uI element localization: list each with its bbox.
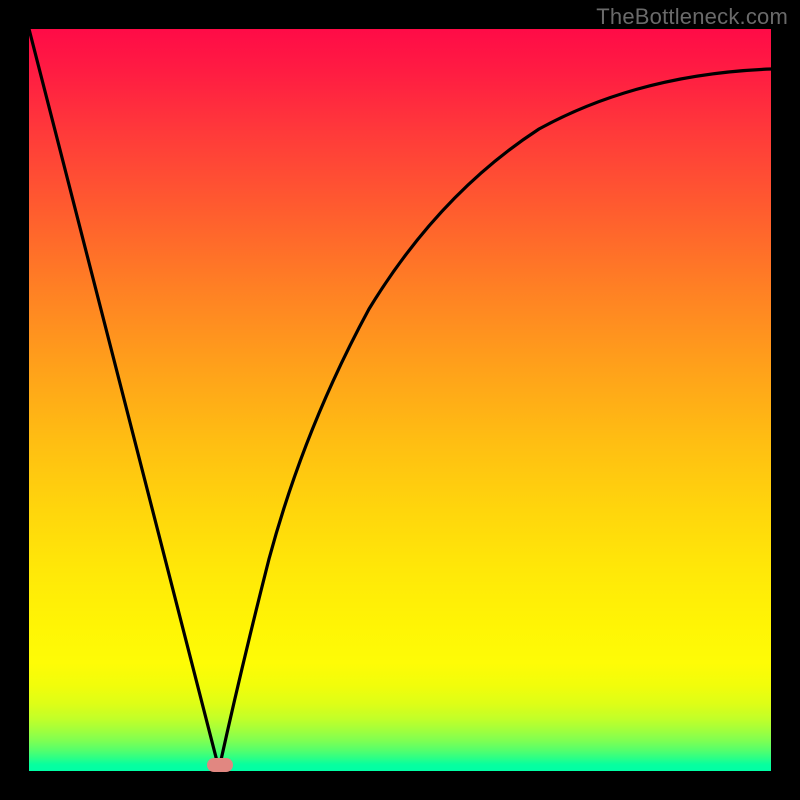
chart-plot-area xyxy=(29,29,771,771)
curve-right-branch xyxy=(219,69,771,769)
optimal-point-marker xyxy=(207,758,233,772)
curve-left-branch xyxy=(29,29,219,769)
watermark-text: TheBottleneck.com xyxy=(596,4,788,30)
bottleneck-curve xyxy=(29,29,771,771)
chart-frame: TheBottleneck.com xyxy=(0,0,800,800)
